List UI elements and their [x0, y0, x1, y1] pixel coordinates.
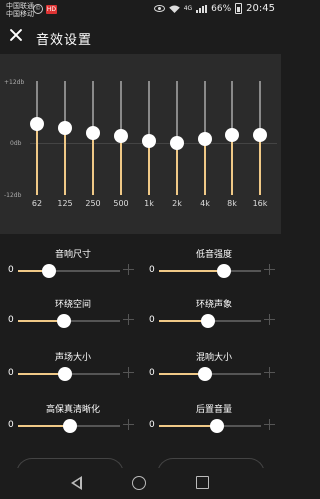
slider-min-label: 0 — [149, 315, 155, 325]
eq-knob[interactable] — [253, 128, 267, 143]
slider-title: 高保真清晰化 — [45, 405, 100, 415]
slider-title: 低音强度 — [195, 250, 232, 260]
slider-knob[interactable] — [217, 264, 232, 278]
navigation-bar — [0, 468, 281, 499]
hd-badge: HD — [46, 4, 57, 14]
eq-knob[interactable] — [142, 133, 156, 148]
effect-slider: 混响大小 0 — [149, 350, 279, 390]
slider-knob[interactable] — [210, 419, 225, 433]
slider-min-label: 0 — [8, 265, 14, 275]
eq-fill — [120, 136, 122, 195]
carrier-1: 中国联通 — [6, 2, 34, 10]
slider-min-label: 0 — [149, 265, 155, 275]
plus-icon[interactable] — [123, 367, 134, 378]
battery-icon — [235, 3, 243, 14]
eq-knob[interactable] — [114, 129, 128, 144]
eq-knob[interactable] — [30, 116, 44, 131]
eq-fill — [36, 123, 38, 195]
network-type: 4G — [183, 5, 193, 12]
slider-track[interactable] — [159, 264, 261, 278]
scale-top-label: +12db — [4, 79, 25, 86]
eq-fill — [231, 135, 233, 195]
effect-slider: 声场大小 0 — [8, 350, 138, 390]
eye-comfort-icon — [153, 5, 165, 12]
recents-icon[interactable] — [196, 476, 209, 489]
slider-track[interactable] — [159, 314, 261, 328]
slider-min-label: 0 — [8, 315, 14, 325]
app-header: 音效设置 — [0, 22, 281, 54]
slider-title: 环绕声象 — [195, 300, 232, 310]
home-icon[interactable] — [132, 476, 146, 490]
battery-percent: 66% — [211, 3, 232, 14]
slider-track[interactable] — [159, 419, 261, 433]
back-icon[interactable] — [71, 476, 82, 490]
carrier-info: 中国联通 中国移动 — [6, 2, 34, 18]
effect-slider: 后置音量 0 — [149, 402, 279, 442]
plus-icon[interactable] — [264, 419, 275, 430]
slider-knob[interactable] — [197, 367, 212, 381]
eq-knob[interactable] — [86, 126, 100, 141]
effect-slider: 环绕声象 0 — [149, 297, 279, 337]
notification-icon: © — [33, 4, 43, 14]
eq-freq-label: 16k — [252, 199, 268, 208]
slider-title: 后置音量 — [195, 405, 232, 415]
eq-fill — [204, 138, 206, 195]
slider-track[interactable] — [18, 419, 120, 433]
effect-slider: 低音强度 0 — [149, 247, 279, 287]
eq-fill — [64, 127, 66, 195]
slider-fill — [159, 425, 218, 427]
slider-track[interactable] — [18, 314, 120, 328]
signal-icon — [196, 4, 208, 13]
plus-icon[interactable] — [123, 419, 134, 430]
wifi-icon — [168, 4, 180, 13]
slider-fill — [159, 270, 225, 272]
slider-track[interactable] — [18, 367, 120, 381]
slider-track[interactable] — [18, 264, 120, 278]
slider-min-label: 0 — [149, 368, 155, 378]
slider-title: 混响大小 — [195, 353, 232, 363]
plus-icon[interactable] — [123, 264, 134, 275]
eq-knob[interactable] — [198, 131, 212, 146]
slider-knob[interactable] — [200, 314, 215, 328]
page-title: 音效设置 — [36, 33, 93, 48]
plus-icon[interactable] — [264, 314, 275, 325]
eq-knob[interactable] — [170, 135, 184, 150]
effect-slider: 环绕空间 0 — [8, 297, 138, 337]
plus-icon[interactable] — [123, 314, 134, 325]
effect-slider: 音响尺寸 0 — [8, 247, 138, 287]
slider-knob[interactable] — [57, 367, 72, 381]
eq-knob[interactable] — [58, 120, 72, 135]
effect-slider: 高保真清晰化 0 — [8, 402, 138, 442]
plus-icon[interactable] — [264, 264, 275, 275]
clock: 20:45 — [246, 3, 275, 14]
slider-knob[interactable] — [41, 264, 56, 278]
slider-title: 音响尺寸 — [54, 250, 91, 260]
slider-title: 声场大小 — [54, 353, 91, 363]
slider-min-label: 0 — [8, 420, 14, 430]
slider-knob[interactable] — [63, 419, 78, 433]
slider-knob[interactable] — [56, 314, 71, 328]
eq-fill — [176, 142, 178, 195]
status-bar: 中国联通 中国移动 © HD 4G 66% 20:45 — [0, 0, 281, 22]
scale-mid-label: 0db — [10, 140, 22, 147]
slider-min-label: 0 — [149, 420, 155, 430]
carrier-2: 中国移动 — [6, 10, 34, 18]
eq-fill — [92, 133, 94, 195]
slider-track[interactable] — [159, 367, 261, 381]
eq-knob[interactable] — [225, 128, 239, 143]
close-icon[interactable] — [9, 28, 23, 42]
slider-title: 环绕空间 — [54, 300, 91, 310]
eq-fill — [148, 140, 150, 195]
scale-bottom-label: -12db — [4, 192, 22, 199]
plus-icon[interactable] — [264, 367, 275, 378]
equalizer-panel: +12db 0db -12db 62 125 250 500 1k 2k 4k 8k 16k — [0, 54, 281, 234]
slider-min-label: 0 — [8, 368, 14, 378]
eq-fill — [259, 135, 261, 195]
